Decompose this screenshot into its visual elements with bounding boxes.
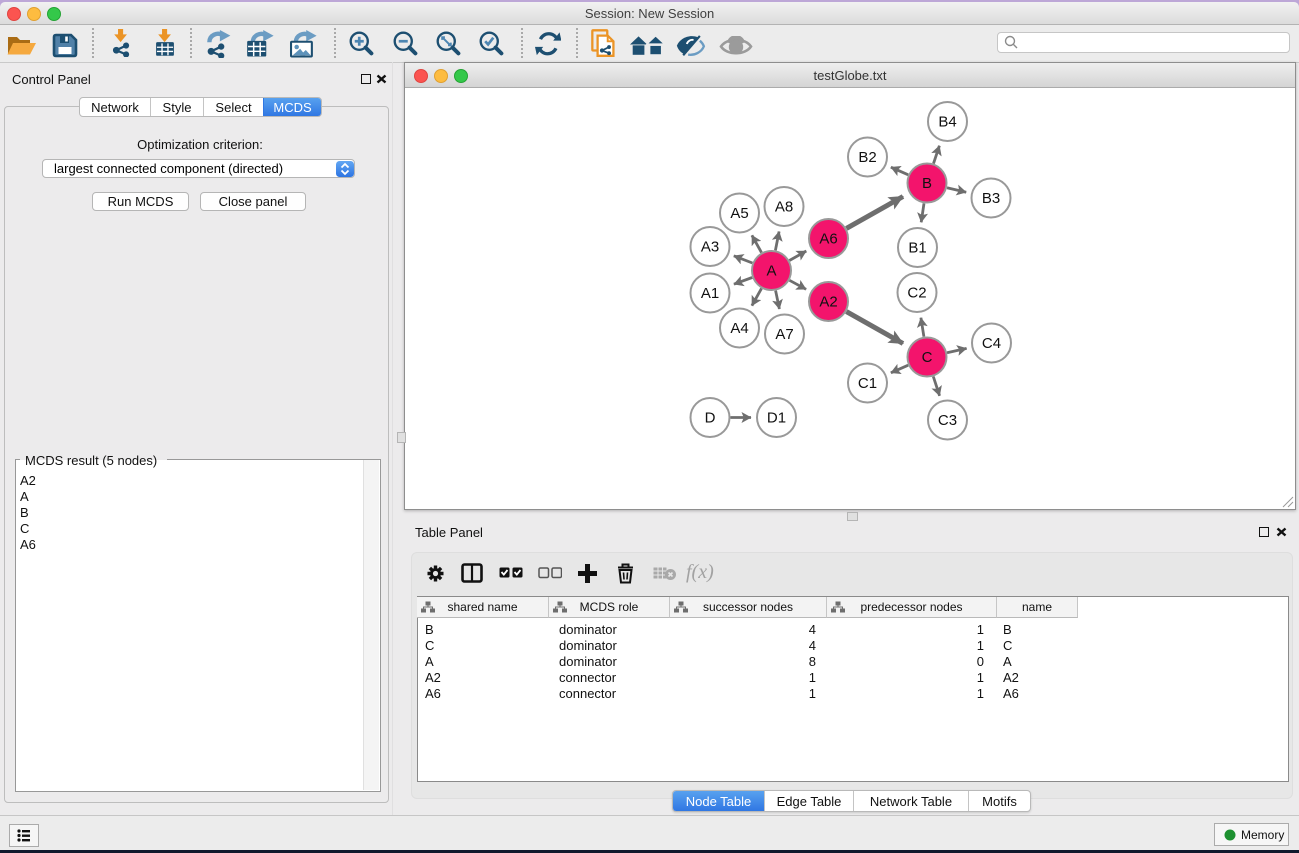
svg-text:A6: A6 [819, 231, 837, 248]
svg-text:A2: A2 [819, 294, 837, 311]
svg-text:A: A [766, 263, 776, 280]
svg-text:D: D [705, 410, 716, 427]
svg-text:B4: B4 [938, 114, 956, 131]
svg-text:C: C [922, 349, 933, 366]
svg-text:D1: D1 [767, 410, 786, 427]
svg-text:C4: C4 [982, 335, 1001, 352]
svg-text:B3: B3 [982, 190, 1000, 207]
svg-text:A4: A4 [730, 320, 748, 337]
svg-text:A5: A5 [730, 205, 748, 222]
svg-text:C1: C1 [858, 375, 877, 392]
svg-text:B: B [922, 175, 932, 192]
svg-text:C3: C3 [938, 412, 957, 429]
svg-text:B1: B1 [908, 240, 926, 257]
svg-text:B2: B2 [858, 149, 876, 166]
svg-text:A1: A1 [701, 285, 719, 302]
svg-text:A7: A7 [775, 326, 793, 343]
svg-text:A3: A3 [701, 239, 719, 256]
svg-text:A8: A8 [775, 199, 793, 216]
svg-text:C2: C2 [907, 285, 926, 302]
